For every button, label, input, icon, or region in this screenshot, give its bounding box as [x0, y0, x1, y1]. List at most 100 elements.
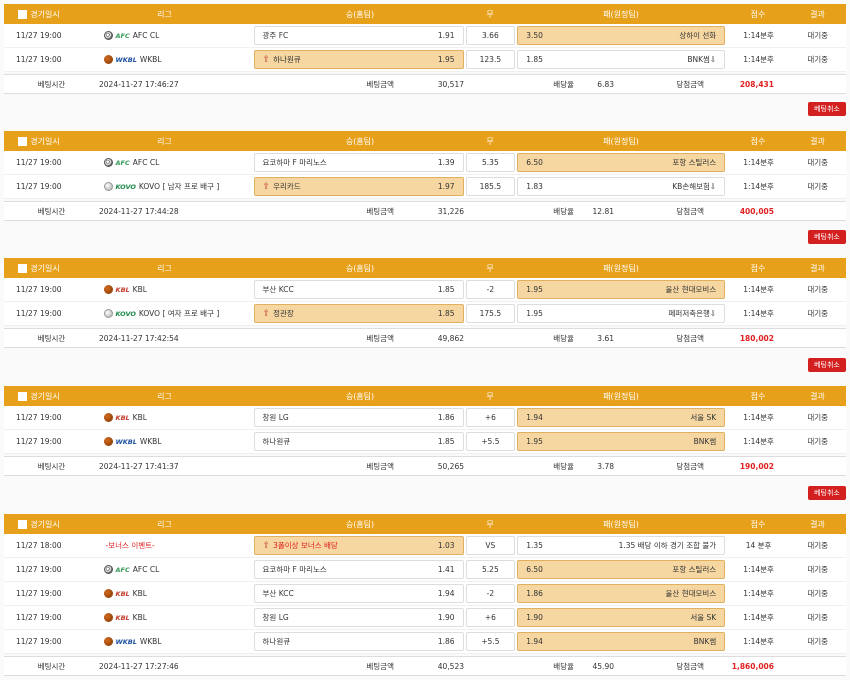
home-team: 부산 KCC: [263, 284, 294, 295]
league-name: KBL: [132, 613, 147, 622]
draw-bet-button[interactable]: 3.66: [465, 26, 516, 45]
away-bet-button[interactable]: 6.50 포항 스틸러스: [517, 153, 726, 172]
score-cell: 1:14분후: [743, 158, 774, 167]
cancel-bet-button[interactable]: 베팅취소: [808, 486, 846, 500]
draw-bet-button[interactable]: 175.5: [465, 304, 516, 323]
score-cell: 1:14분후: [743, 589, 774, 598]
match-time: 11/27 19:00: [15, 285, 62, 294]
away-odds: 6.50: [526, 565, 543, 574]
basket-ball-icon: [103, 637, 113, 646]
league-name: WKBL: [139, 637, 162, 646]
away-team-name: 포항 스틸러스: [672, 565, 717, 574]
result-cell: 대기중: [807, 285, 829, 294]
win-amount-value: 208,431: [739, 79, 774, 89]
draw-bet-button[interactable]: +5.5: [465, 432, 516, 451]
league-cell: AFC AFC CL: [74, 31, 254, 40]
bet-slip: 경기일시 리그 승(홈팀) 무 패(원정팀) 점수 결과 11/27 19:00…: [4, 386, 846, 476]
header-result: 결과: [810, 391, 825, 401]
home-cell: 광주 FC 1.91: [253, 26, 464, 45]
home-team-name: 3폴이상 보너스 배당: [273, 541, 338, 550]
result-cell: 대기중: [807, 613, 829, 622]
result-cell: 대기중: [807, 55, 829, 64]
home-team: 하나원큐: [263, 636, 291, 647]
home-bet-button[interactable]: 하나원큐 1.86: [253, 632, 464, 651]
draw-bet-button[interactable]: -2: [465, 584, 516, 603]
score-cell: 14 분후: [745, 541, 772, 550]
select-checkbox[interactable]: [18, 391, 28, 401]
odds-label: 배당율: [553, 461, 574, 471]
draw-bet-button[interactable]: 5.25: [465, 560, 516, 579]
home-team-name: 하나원큐: [262, 437, 291, 446]
select-checkbox[interactable]: [18, 136, 28, 146]
bet-time-label: 베팅시간: [37, 661, 66, 671]
league-cell: WKBL WKBL: [74, 637, 254, 646]
slip-header: 경기일시 리그 승(홈팀) 무 패(원정팀) 점수 결과: [4, 258, 846, 278]
score-cell: 1:14분후: [743, 182, 774, 191]
selected-arrow-icon: ⇧: [262, 182, 271, 192]
home-bet-button[interactable]: 창원 LG 1.90: [253, 608, 464, 627]
draw-bet-button[interactable]: 5.35: [465, 153, 516, 172]
away-bet-button[interactable]: 1.85 BNK썸⇩: [517, 50, 726, 69]
bet-time-label: 베팅시간: [37, 79, 66, 89]
header-draw: 무: [486, 136, 494, 146]
home-bet-button[interactable]: 하나원큐 1.85: [253, 432, 464, 451]
home-bet-button[interactable]: 요코하마 F 마리노스 1.41: [253, 560, 464, 579]
result-cell: 대기중: [807, 31, 829, 40]
away-bet-button[interactable]: 1.90 서울 SK: [517, 608, 726, 627]
draw-bet-button[interactable]: -2: [465, 280, 516, 299]
draw-bet-button[interactable]: 185.5: [465, 177, 516, 196]
away-bet-button[interactable]: 1.95 울산 현대모비스: [517, 280, 726, 299]
basket-ball-icon: [103, 437, 113, 446]
home-cell: 창원 LG 1.86: [253, 408, 464, 427]
league-cell: KBL KBL: [74, 413, 254, 422]
home-bet-button[interactable]: 부산 KCC 1.94: [253, 584, 464, 603]
home-bet-button[interactable]: ⇧ 하나원큐 1.95: [253, 50, 464, 69]
score-cell: 1:14분후: [743, 309, 774, 318]
away-bet-button[interactable]: 1.95 BNK썸: [517, 432, 726, 451]
home-bet-button[interactable]: 창원 LG 1.86: [253, 408, 464, 427]
away-bet-button[interactable]: 1.94 BNK썸: [517, 632, 726, 651]
away-bet-button[interactable]: 3.50 상하이 선화: [517, 26, 726, 45]
away-team-name: 상하이 선화: [679, 31, 717, 40]
league-cell: AFC AFC CL: [74, 565, 254, 574]
home-bet-button[interactable]: 요코하마 F 마리노스 1.39: [253, 153, 464, 172]
soccer-ball-icon: [103, 565, 113, 574]
home-odds: 1.85: [437, 309, 455, 318]
home-odds: 1.85: [437, 437, 455, 446]
home-bet-button[interactable]: ⇧ 우리카드 1.97: [253, 177, 464, 196]
bet-amount-label: 베팅금액: [366, 461, 394, 471]
home-odds: 1.91: [437, 31, 455, 40]
home-bet-button[interactable]: 광주 FC 1.91: [253, 26, 464, 45]
away-cell: 1.94 서울 SK: [517, 408, 728, 427]
header-home: 승(홈팀): [345, 9, 375, 19]
header-league: 리그: [157, 519, 172, 529]
table-row: 11/27 19:00 WKBL WKBL 하나원큐 1.86 +5.5 1.94 BNK썸 1…: [4, 630, 846, 654]
away-bet-button[interactable]: 6.50 포항 스틸러스: [517, 560, 726, 579]
cancel-bet-button[interactable]: 베팅취소: [808, 102, 846, 116]
select-checkbox[interactable]: [18, 263, 28, 273]
cancel-bet-button[interactable]: 베팅취소: [808, 230, 846, 244]
draw-bet-button[interactable]: +6: [465, 408, 516, 427]
draw-bet-button[interactable]: +6: [465, 608, 516, 627]
bet-slip: 경기일시 리그 승(홈팀) 무 패(원정팀) 점수 결과 11/27 19:00…: [4, 258, 846, 348]
table-row: 11/27 19:00 KBL KBL 창원 LG 1.90 +6 1.90 서울 SK 1:1…: [4, 606, 846, 630]
home-odds: 1.85: [437, 285, 455, 294]
home-team: 광주 FC: [263, 30, 289, 41]
away-bet-button[interactable]: 1.86 울산 현대모비스: [517, 584, 726, 603]
bet-amount-label: 베팅금액: [366, 661, 394, 671]
away-bet-button[interactable]: 1.95 페퍼저축은행⇩: [517, 304, 726, 323]
select-checkbox[interactable]: [18, 9, 28, 19]
draw-bet-button[interactable]: 123.5: [465, 50, 516, 69]
draw-bet-button[interactable]: VS: [465, 536, 516, 555]
draw-bet-button[interactable]: +5.5: [465, 632, 516, 651]
result-cell: 대기중: [807, 637, 829, 646]
cancel-bet-button[interactable]: 베팅취소: [808, 358, 846, 372]
home-bet-button[interactable]: ⇧ 3폴이상 보너스 배당 1.03: [253, 536, 464, 555]
home-bet-button[interactable]: ⇧ 정관장 1.85: [253, 304, 464, 323]
home-bet-button[interactable]: 부산 KCC 1.85: [253, 280, 464, 299]
away-bet-button[interactable]: 1.94 서울 SK: [517, 408, 726, 427]
away-bet-button[interactable]: 1.35 1.35 배당 이하 경기 조합 불가: [517, 536, 726, 555]
select-checkbox[interactable]: [18, 519, 28, 529]
away-bet-button[interactable]: 1.83 KB손해보험⇩: [517, 177, 726, 196]
odds-value: 45.90: [592, 661, 614, 671]
